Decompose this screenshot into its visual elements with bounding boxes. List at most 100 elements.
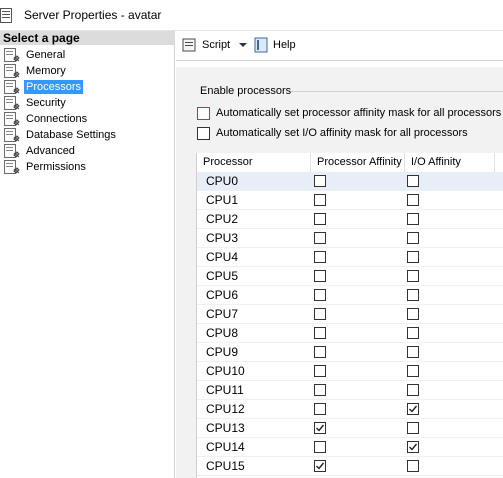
section-divider [291, 91, 503, 92]
processor-name: CPU1 [206, 193, 239, 207]
io-affinity-checkbox[interactable] [407, 175, 419, 187]
io-affinity-checkbox[interactable] [407, 384, 419, 396]
io-affinity-checkbox[interactable] [407, 460, 419, 472]
table-row[interactable]: CPU6 [197, 286, 503, 305]
grid-header: Processor Processor Affinity I/O Affinit… [197, 153, 503, 172]
table-row[interactable]: CPU2 [197, 210, 503, 229]
title-bar: Server Properties - avatar [0, 0, 503, 31]
sidebar-item-database-settings[interactable]: Database Settings [0, 127, 175, 143]
script-icon [182, 38, 196, 52]
table-row[interactable]: CPU1 [197, 191, 503, 210]
auto-processor-affinity-checkbox[interactable] [197, 107, 210, 120]
io-affinity-checkbox[interactable] [407, 232, 419, 244]
processor-name: CPU4 [206, 250, 239, 264]
help-book-icon [254, 37, 268, 53]
table-row[interactable]: CPU13 [197, 419, 503, 438]
dropdown-arrow-icon[interactable] [238, 37, 248, 53]
table-row[interactable]: CPU12 [197, 400, 503, 419]
table-row[interactable]: CPU3 [197, 229, 503, 248]
auto-io-affinity-checkbox[interactable] [197, 127, 210, 140]
script-label: Script [202, 39, 231, 51]
table-row[interactable]: CPU14 [197, 438, 503, 457]
processor-affinity-checkbox[interactable] [314, 422, 326, 434]
page-wrench-icon [4, 48, 20, 62]
io-affinity-checkbox[interactable] [407, 422, 419, 434]
table-row[interactable]: CPU4 [197, 248, 503, 267]
sidebar-item-security[interactable]: Security [0, 95, 175, 111]
page-wrench-icon [4, 80, 20, 94]
processor-affinity-checkbox[interactable] [314, 460, 326, 472]
io-affinity-checkbox[interactable] [407, 441, 419, 453]
processor-affinity-grid: Processor Processor Affinity I/O Affinit… [196, 153, 503, 478]
io-affinity-checkbox[interactable] [407, 251, 419, 263]
processor-affinity-checkbox[interactable] [314, 289, 326, 301]
sidebar-item-label: Security [26, 97, 66, 109]
auto-io-affinity-option[interactable]: Automatically set I/O affinity mask for … [197, 127, 497, 143]
sidebar-item-label: Advanced [26, 145, 75, 157]
processor-affinity-checkbox[interactable] [314, 441, 326, 453]
table-row[interactable]: CPU5 [197, 267, 503, 286]
page-wrench-icon [4, 160, 20, 174]
processor-name: CPU8 [206, 326, 239, 340]
sidebar-item-memory[interactable]: Memory [0, 63, 175, 79]
page-wrench-icon [4, 112, 20, 126]
table-row[interactable]: CPU8 [197, 324, 503, 343]
processor-name: CPU3 [206, 231, 239, 245]
table-row[interactable]: CPU10 [197, 362, 503, 381]
io-affinity-checkbox[interactable] [407, 308, 419, 320]
processor-name: CPU2 [206, 212, 239, 226]
processor-affinity-checkbox[interactable] [314, 346, 326, 358]
processor-name: CPU14 [206, 440, 245, 454]
processor-affinity-checkbox[interactable] [314, 270, 326, 282]
sidebar-item-processors[interactable]: Processors [0, 79, 175, 95]
page-wrench-icon [4, 96, 20, 110]
processor-affinity-checkbox[interactable] [314, 213, 326, 225]
processor-affinity-checkbox[interactable] [314, 194, 326, 206]
table-row[interactable]: CPU11 [197, 381, 503, 400]
sidebar-item-permissions[interactable]: Permissions [0, 159, 175, 175]
table-row[interactable]: CPU15 [197, 457, 503, 476]
column-header-processor[interactable]: Processor [197, 153, 311, 172]
table-row[interactable]: CPU7 [197, 305, 503, 324]
sidebar-item-general[interactable]: General [0, 47, 175, 63]
table-row[interactable]: CPU0 [197, 172, 503, 191]
auto-processor-affinity-label: Automatically set processor affinity mas… [216, 107, 502, 119]
auto-processor-affinity-option[interactable]: Automatically set processor affinity mas… [197, 107, 501, 123]
io-affinity-checkbox[interactable] [407, 270, 419, 282]
processor-affinity-checkbox[interactable] [314, 175, 326, 187]
processor-name: CPU15 [206, 459, 245, 473]
processor-affinity-checkbox[interactable] [314, 384, 326, 396]
io-affinity-checkbox[interactable] [407, 194, 419, 206]
enable-processors-heading: Enable processors [200, 85, 292, 97]
processor-name: CPU10 [206, 364, 245, 378]
column-header-io-affinity[interactable]: I/O Affinity [405, 153, 495, 172]
processor-affinity-checkbox[interactable] [314, 232, 326, 244]
sidebar-item-advanced[interactable]: Advanced [0, 143, 175, 159]
io-affinity-checkbox[interactable] [407, 327, 419, 339]
column-header-processor-affinity[interactable]: Processor Affinity [311, 153, 405, 172]
processor-name: CPU6 [206, 288, 239, 302]
processor-affinity-checkbox[interactable] [314, 365, 326, 377]
table-row[interactable]: CPU9 [197, 343, 503, 362]
server-properties-icon [0, 8, 14, 23]
toolbar-divider [176, 60, 503, 67]
processor-affinity-checkbox[interactable] [314, 403, 326, 415]
processor-affinity-checkbox[interactable] [314, 308, 326, 320]
sidebar-item-label: General [26, 49, 66, 61]
processor-affinity-checkbox[interactable] [314, 251, 326, 263]
page-wrench-icon [4, 128, 20, 142]
auto-io-affinity-label: Automatically set I/O affinity mask for … [216, 127, 468, 139]
sidebar-header: Select a page [0, 31, 175, 45]
processor-name: CPU5 [206, 269, 239, 283]
io-affinity-checkbox[interactable] [407, 346, 419, 358]
io-affinity-checkbox[interactable] [407, 289, 419, 301]
io-affinity-checkbox[interactable] [407, 213, 419, 225]
io-affinity-checkbox[interactable] [407, 365, 419, 377]
sidebar-item-label: Memory [26, 65, 66, 77]
io-affinity-checkbox[interactable] [407, 403, 419, 415]
processor-affinity-checkbox[interactable] [314, 327, 326, 339]
page-wrench-icon [4, 144, 20, 158]
sidebar-item-connections[interactable]: Connections [0, 111, 175, 127]
toolbar: Script Help [176, 31, 503, 60]
sidebar-item-label: Database Settings [26, 129, 116, 141]
